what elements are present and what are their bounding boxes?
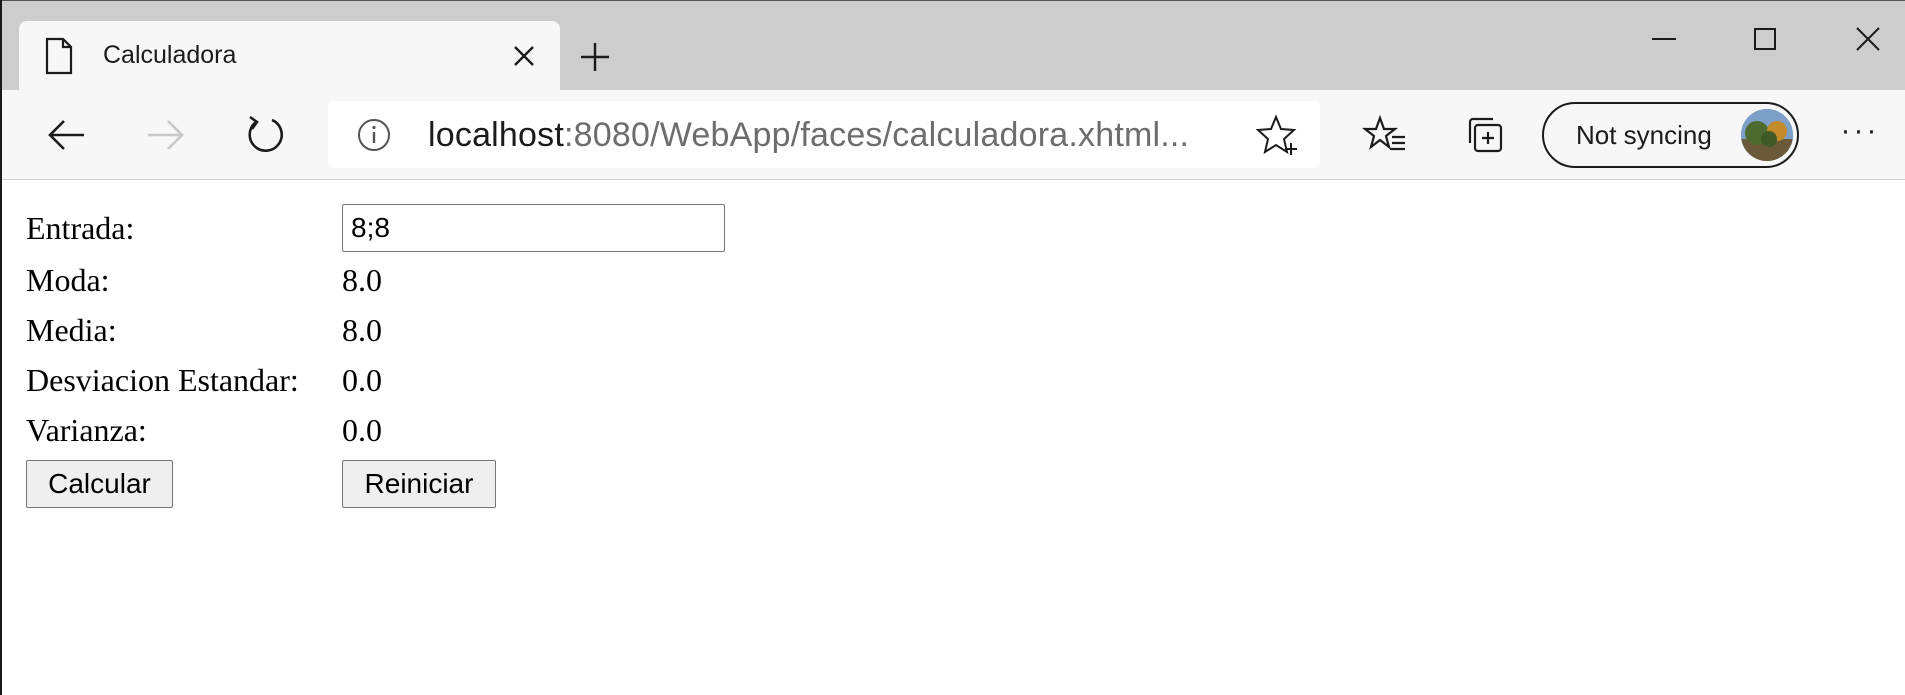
profile-sync-button[interactable]: Not syncing — [1542, 102, 1799, 168]
browser-toolbar: localhost:8080/WebApp/faces/calculadora.… — [2, 90, 1905, 180]
minimize-icon[interactable] — [1644, 19, 1684, 59]
window-close-icon[interactable] — [1848, 19, 1888, 59]
tab-title: Calculadora — [103, 41, 237, 69]
close-icon[interactable] — [509, 41, 539, 71]
url-host: localhost — [428, 116, 564, 154]
sync-status-label: Not syncing — [1576, 120, 1712, 150]
entrada-input[interactable] — [342, 204, 725, 252]
desviacion-value: 0.0 — [342, 362, 382, 398]
media-value: 8.0 — [342, 312, 382, 348]
document-icon — [45, 37, 73, 75]
refresh-icon[interactable] — [242, 112, 288, 158]
star-add-icon[interactable] — [1256, 113, 1300, 157]
address-bar[interactable]: localhost:8080/WebApp/faces/calculadora.… — [328, 101, 1320, 168]
varianza-row: Varianza: 0.0 — [26, 412, 746, 452]
media-label: Media: — [26, 312, 117, 348]
calcular-button[interactable]: Calcular — [26, 460, 173, 508]
url-text[interactable]: localhost:8080/WebApp/faces/calculadora.… — [428, 116, 1189, 155]
plus-icon[interactable] — [577, 39, 613, 75]
varianza-value: 0.0 — [342, 412, 382, 448]
tab-strip: Calculadora — [2, 0, 1905, 91]
moda-label: Moda: — [26, 262, 110, 298]
entrada-row: Entrada: — [26, 200, 746, 256]
url-path: :8080/WebApp/faces/calculadora.xhtml... — [564, 116, 1190, 154]
back-arrow-icon[interactable] — [44, 112, 90, 158]
desviacion-row: Desviacion Estandar: 0.0 — [26, 362, 746, 402]
more-icon[interactable]: ··· — [1838, 114, 1882, 154]
favorites-list-icon[interactable] — [1362, 112, 1408, 158]
collections-icon[interactable] — [1462, 112, 1508, 158]
entrada-label: Entrada: — [26, 210, 135, 246]
varianza-label: Varianza: — [26, 412, 147, 448]
moda-value: 8.0 — [342, 262, 382, 298]
moda-row: Moda: 8.0 — [26, 262, 746, 302]
tab-calculadora[interactable]: Calculadora — [19, 21, 560, 91]
forward-arrow-icon — [148, 120, 184, 150]
avatar — [1741, 109, 1793, 161]
actions-row: Calcular Reiniciar — [26, 460, 746, 510]
reiniciar-button[interactable]: Reiniciar — [342, 460, 496, 508]
info-icon[interactable] — [356, 117, 392, 153]
media-row: Media: 8.0 — [26, 312, 746, 352]
maximize-icon[interactable] — [1745, 19, 1785, 59]
desviacion-label: Desviacion Estandar: — [26, 362, 299, 398]
